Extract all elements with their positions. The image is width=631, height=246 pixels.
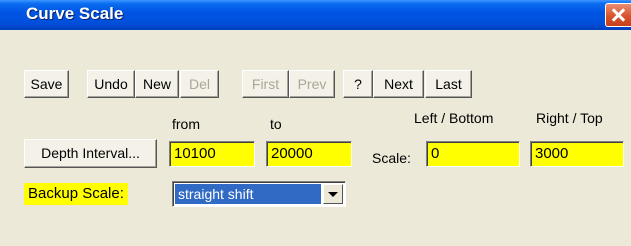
backup-scale-select[interactable]: straight shift: [172, 181, 346, 207]
to-depth-field[interactable]: 20000: [266, 141, 352, 167]
first-button[interactable]: First: [242, 70, 289, 98]
new-button[interactable]: New: [135, 70, 179, 98]
delete-button[interactable]: Del: [180, 70, 219, 98]
close-icon[interactable]: [605, 3, 631, 27]
last-button[interactable]: Last: [425, 70, 472, 98]
backup-scale-label: Backup Scale:: [24, 183, 128, 205]
scale-label: Scale:: [372, 150, 411, 166]
curve-scale-dialog: Curve Scale Save Undo New Del First Prev…: [0, 0, 631, 246]
save-button[interactable]: Save: [24, 70, 69, 98]
undo-button[interactable]: Undo: [87, 70, 135, 98]
left-bottom-scale-field[interactable]: 0: [426, 141, 520, 167]
help-button[interactable]: ?: [343, 70, 373, 98]
backup-scale-selected: straight shift: [175, 184, 321, 204]
from-depth-field[interactable]: 10100: [169, 141, 255, 167]
depth-interval-button[interactable]: Depth Interval...: [24, 139, 157, 168]
prev-button[interactable]: Prev: [289, 70, 335, 98]
chevron-down-icon[interactable]: [323, 184, 343, 204]
left-bottom-label: Left / Bottom: [414, 110, 494, 126]
from-label: from: [172, 116, 200, 132]
window-title: Curve Scale: [26, 4, 124, 23]
next-button[interactable]: Next: [373, 70, 424, 98]
right-top-scale-field[interactable]: 3000: [530, 141, 624, 167]
title-bar[interactable]: Curve Scale: [0, 0, 631, 30]
right-top-label: Right / Top: [536, 110, 603, 126]
to-label: to: [270, 116, 282, 132]
